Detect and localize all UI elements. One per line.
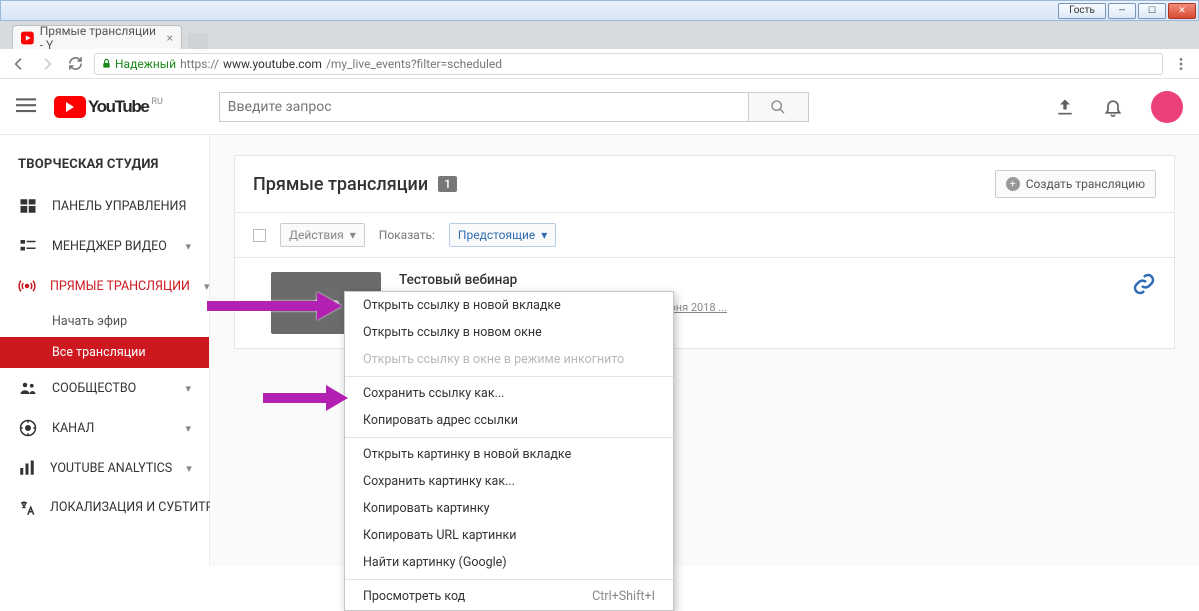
sidebar-item-label: ПРЯМЫЕ ТРАНСЛЯЦИИ	[50, 279, 190, 294]
dashboard-icon	[18, 196, 38, 216]
browser-tabstrip: Прямые трансляции - Y ×	[0, 21, 1199, 49]
video-title[interactable]: Тестовый вебинар	[399, 272, 1114, 288]
sidebar-item-community[interactable]: СООБЩЕСТВО ▾	[0, 368, 209, 408]
browser-tab[interactable]: Прямые трансляции - Y ×	[12, 25, 182, 49]
sidebar-item-dashboard[interactable]: ПАНЕЛЬ УПРАВЛЕНИЯ	[0, 186, 209, 226]
browser-toolbar: Надежный https:// www.youtube.com/my_live…	[0, 49, 1199, 79]
sidebar-item-video-manager[interactable]: МЕНЕДЖЕР ВИДЕО ▾	[0, 226, 209, 266]
context-menu-item: Открыть ссылку в окне в режиме инкогнито	[345, 346, 673, 373]
list-toolbar: Действия▾ Показать: Предстоящие▾	[234, 213, 1175, 258]
analytics-icon	[18, 458, 36, 478]
new-tab-button[interactable]	[188, 33, 208, 49]
sidebar-item-live-streaming[interactable]: ПРЯМЫЕ ТРАНСЛЯЦИИ ▾	[0, 266, 209, 306]
sidebar-item-label: ПАНЕЛЬ УПРАВЛЕНИЯ	[52, 199, 186, 214]
guest-badge[interactable]: Гость	[1058, 3, 1106, 19]
context-menu-item[interactable]: Просмотреть кодCtrl+Shift+I	[345, 583, 673, 610]
context-menu-item[interactable]: Копировать URL картинки	[345, 522, 673, 549]
address-bar[interactable]: Надежный https:// www.youtube.com/my_live…	[94, 53, 1163, 75]
search-input[interactable]	[219, 92, 749, 122]
sidebar-item-analytics[interactable]: YOUTUBE ANALYTICS ▾	[0, 448, 209, 488]
sidebar-item-label: ЛОКАЛИЗАЦИЯ И СУБТИТРЫ	[50, 501, 224, 515]
window-minimize-button[interactable]: —	[1108, 3, 1136, 19]
share-link-button[interactable]	[1132, 272, 1156, 296]
sidebar-title: ТВОРЧЕСКАЯ СТУДИЯ	[0, 149, 209, 186]
create-button-label: Создать трансляцию	[1026, 177, 1145, 191]
context-menu-item[interactable]: Открыть картинку в новой вкладке	[345, 441, 673, 468]
sidebar-sub-start-stream[interactable]: Начать эфир	[0, 306, 209, 337]
context-menu-separator	[345, 376, 673, 377]
youtube-favicon-icon	[21, 31, 34, 45]
filter-dropdown[interactable]: Предстоящие▾	[449, 223, 556, 247]
link-icon	[1132, 272, 1156, 296]
sidebar-item-label: СООБЩЕСТВО	[52, 381, 136, 396]
search-button[interactable]	[749, 92, 809, 122]
community-icon	[18, 378, 38, 398]
account-avatar[interactable]	[1151, 91, 1183, 123]
secure-indicator: Надежный	[101, 57, 176, 71]
youtube-logo[interactable]: YouTube RU	[54, 96, 163, 118]
window-titlebar: Гость — ☐ ✕	[0, 0, 1199, 21]
tab-close-icon[interactable]: ×	[167, 31, 173, 45]
sidebar-item-channel[interactable]: КАНАЛ ▾	[0, 408, 209, 448]
upload-icon	[1055, 97, 1075, 117]
channel-icon	[18, 418, 38, 438]
youtube-logo-icon	[54, 96, 86, 118]
lock-icon	[101, 58, 112, 69]
chevron-down-icon: ▾	[185, 240, 191, 253]
chevron-down-icon: ▾	[185, 382, 191, 395]
sidebar-item-label: YOUTUBE ANALYTICS	[50, 461, 172, 476]
browser-menu-button[interactable]	[1173, 56, 1189, 72]
annotation-arrow	[258, 380, 348, 420]
url-scheme: https://	[180, 57, 219, 71]
url-path: /my_live_events?filter=scheduled	[326, 57, 502, 71]
youtube-masthead: YouTube RU	[0, 79, 1199, 135]
url-host: www.youtube.com	[223, 57, 322, 71]
page-header: Прямые трансляции 1 + Создать трансляцию	[234, 155, 1175, 213]
shortcut-label: Ctrl+Shift+I	[592, 589, 655, 604]
plus-icon: +	[1006, 177, 1020, 191]
youtube-logo-text: YouTube	[88, 97, 148, 117]
live-icon	[18, 276, 36, 296]
tab-title: Прямые трансляции - Y	[40, 24, 161, 52]
nav-back-button[interactable]	[10, 55, 28, 73]
context-menu-separator	[345, 437, 673, 438]
chevron-down-icon: ▾	[186, 462, 192, 475]
notifications-button[interactable]	[1103, 97, 1123, 117]
annotation-arrow	[202, 286, 342, 330]
show-label: Показать:	[379, 228, 435, 242]
sidebar-item-label: КАНАЛ	[52, 421, 94, 436]
context-menu-item[interactable]: Копировать картинку	[345, 495, 673, 522]
window-close-button[interactable]: ✕	[1168, 3, 1196, 19]
create-broadcast-button[interactable]: + Создать трансляцию	[995, 170, 1156, 198]
page-title: Прямые трансляции	[253, 174, 428, 195]
context-menu-item[interactable]: Сохранить картинку как...	[345, 468, 673, 495]
guide-menu-button[interactable]	[16, 95, 38, 119]
sidebar-item-label: МЕНЕДЖЕР ВИДЕО	[52, 239, 167, 254]
actions-dropdown[interactable]: Действия▾	[280, 223, 365, 247]
creator-sidebar: ТВОРЧЕСКАЯ СТУДИЯ ПАНЕЛЬ УПРАВЛЕНИЯ МЕНЕ…	[0, 135, 210, 566]
context-menu-separator	[345, 579, 673, 580]
sidebar-sub-all-streams[interactable]: Все трансляции	[0, 337, 209, 368]
search-icon	[770, 99, 786, 115]
context-menu-item[interactable]: Найти картинку (Google)	[345, 549, 673, 576]
bell-icon	[1103, 97, 1123, 117]
nav-forward-button[interactable]	[38, 55, 56, 73]
sidebar-item-translations[interactable]: ЛОКАЛИЗАЦИЯ И СУБТИТРЫ ▾	[0, 488, 209, 528]
select-all-checkbox[interactable]	[253, 229, 266, 242]
context-menu-item[interactable]: Копировать адрес ссылки	[345, 407, 673, 434]
context-menu: Открыть ссылку в новой вкладкеОткрыть сс…	[344, 291, 674, 611]
window-maximize-button[interactable]: ☐	[1138, 3, 1166, 19]
context-menu-item[interactable]: Открыть ссылку в новом окне	[345, 319, 673, 346]
nav-reload-button[interactable]	[66, 55, 84, 73]
translate-icon	[18, 498, 36, 518]
youtube-region: RU	[151, 97, 162, 107]
context-menu-item[interactable]: Открыть ссылку в новой вкладке	[345, 292, 673, 319]
upload-button[interactable]	[1055, 97, 1075, 117]
video-manager-icon	[18, 236, 38, 256]
context-menu-item[interactable]: Сохранить ссылку как...	[345, 380, 673, 407]
chevron-down-icon: ▾	[185, 422, 191, 435]
count-badge: 1	[438, 176, 457, 192]
